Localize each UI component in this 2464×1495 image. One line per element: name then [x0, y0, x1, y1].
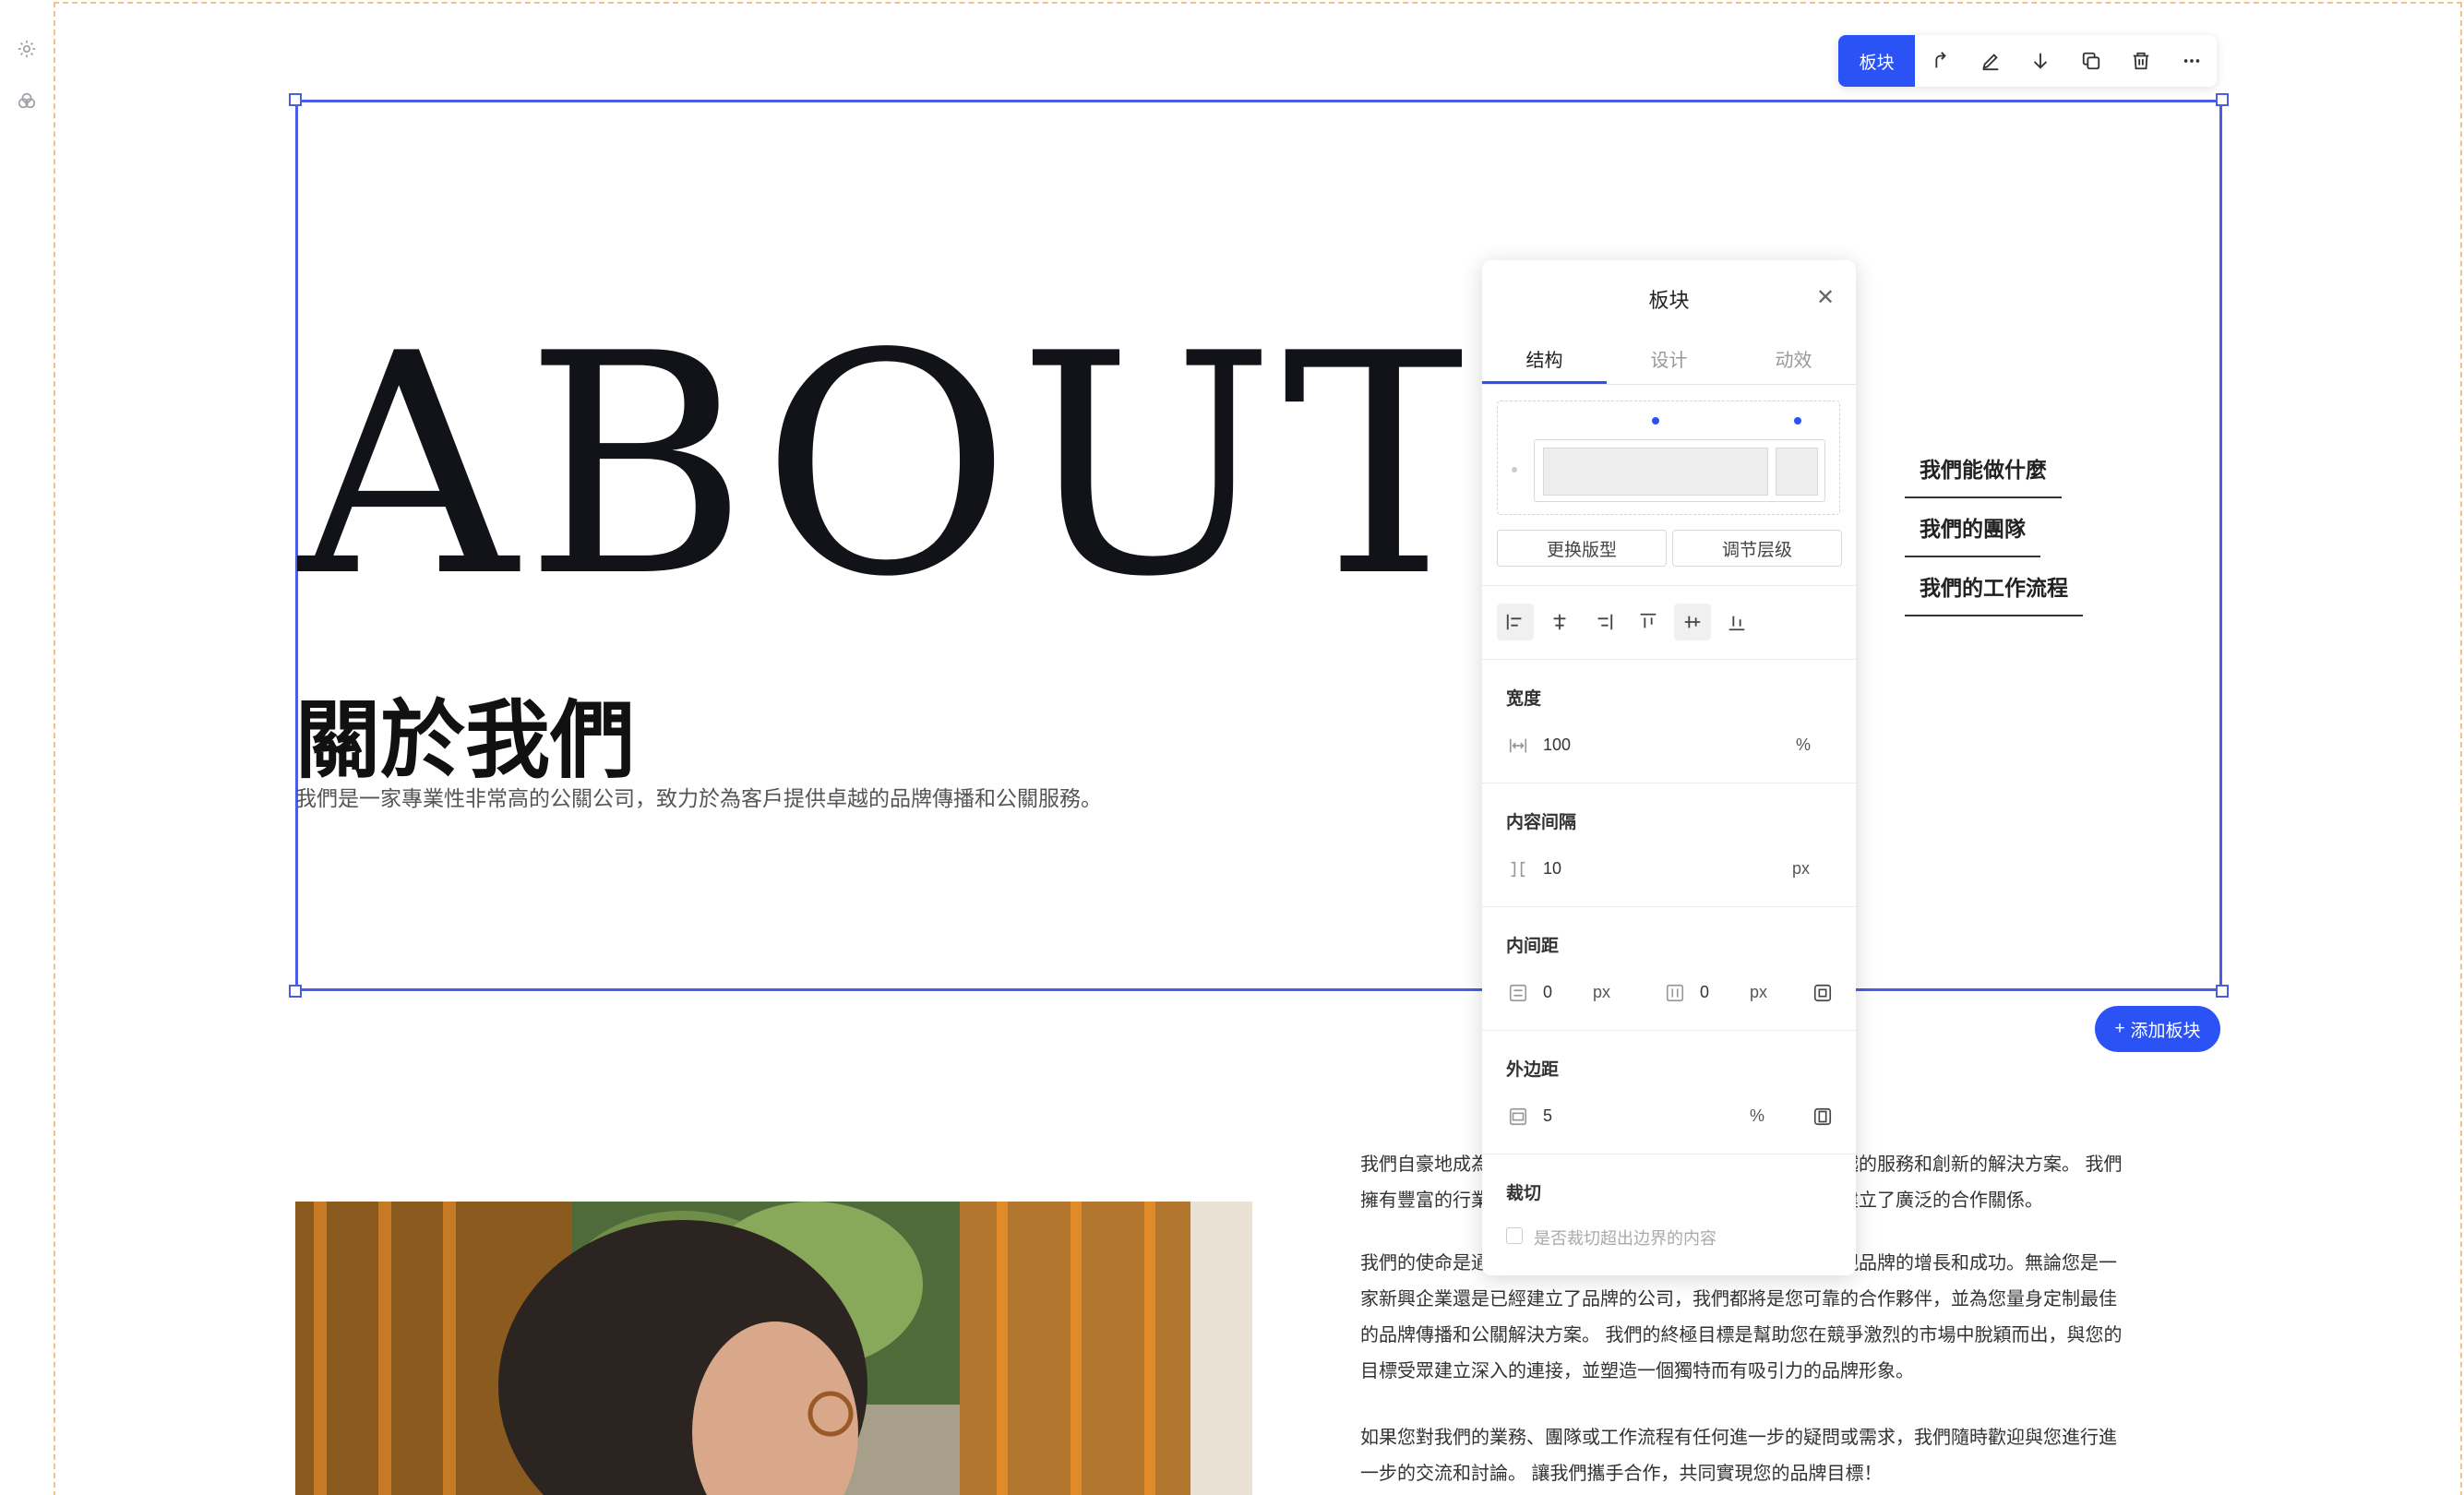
- add-block-button[interactable]: + 添加板块: [2095, 1006, 2220, 1052]
- more-icon: [2183, 59, 2200, 63]
- tab-animation[interactable]: 动效: [1731, 345, 1856, 372]
- copy-button[interactable]: [2066, 35, 2116, 87]
- gap-input[interactable]: 10: [1543, 859, 1561, 879]
- left-rail: [0, 0, 54, 1495]
- margin-link-icon[interactable]: [1812, 1106, 1833, 1127]
- padding-vertical-input[interactable]: 0: [1543, 983, 1552, 1002]
- edit-icon: [1982, 54, 1999, 71]
- move-down-icon: [2034, 53, 2048, 69]
- clip-checkbox-label[interactable]: 是否裁切超出边界的内容: [1534, 1226, 1716, 1250]
- move-up-button[interactable]: [1915, 35, 1965, 87]
- layout-dot: [1512, 467, 1517, 472]
- resize-handle-top-right[interactable]: [2216, 93, 2229, 106]
- tab-design[interactable]: 设计: [1607, 345, 1731, 372]
- hero-big-title[interactable]: ABOUT US: [297, 314, 1462, 618]
- tab-divider: [1482, 384, 1856, 385]
- divider: [1482, 1030, 1856, 1031]
- resize-handle-bottom-left[interactable]: [289, 985, 302, 998]
- width-label: 宽度: [1506, 689, 1542, 709]
- delete-button[interactable]: [2116, 35, 2166, 87]
- panel-title: 板块: [1648, 289, 1690, 312]
- align-bottom-button[interactable]: [1718, 604, 1755, 640]
- align-bottom-icon: [1728, 616, 1745, 631]
- add-block-label: 添加板块: [2130, 1021, 2201, 1041]
- nav-link-workflow[interactable]: 我們的工作流程: [1905, 570, 2083, 616]
- layout-column-side[interactable]: [1776, 448, 1818, 496]
- divider: [1482, 585, 1856, 586]
- plus-icon: +: [2114, 1019, 2125, 1038]
- block-type-button[interactable]: 板块: [1838, 35, 1916, 87]
- padding-vertical-icon: [1509, 984, 1527, 1002]
- copy-icon: [2082, 52, 2099, 70]
- resize-handle-top-left[interactable]: [289, 93, 302, 106]
- padding-horizontal-unit[interactable]: px: [1750, 983, 1767, 1002]
- gap-icon: [1511, 861, 1525, 878]
- divider: [1482, 659, 1856, 660]
- layers-icon[interactable]: [17, 90, 37, 111]
- gap-unit[interactable]: px: [1792, 859, 1810, 879]
- padding-horizontal-icon: [1666, 984, 1684, 1002]
- margin-input[interactable]: 5: [1543, 1106, 1552, 1126]
- layout-column-main[interactable]: [1543, 448, 1768, 496]
- hero-cn-title[interactable]: 關於我們: [295, 672, 635, 795]
- tab-structure[interactable]: 结构: [1482, 345, 1607, 372]
- align-right-icon: [1597, 614, 1613, 630]
- padding-label: 内间距: [1506, 937, 1560, 956]
- align-left-button[interactable]: [1497, 604, 1534, 640]
- align-top-icon: [1640, 613, 1657, 628]
- width-input[interactable]: 100: [1543, 736, 1571, 755]
- gap-label: 内容间隔: [1506, 813, 1577, 832]
- adjust-level-button[interactable]: 调节层级: [1672, 530, 1842, 567]
- delete-icon: [2134, 52, 2149, 70]
- change-layout-button[interactable]: 更换版型: [1497, 530, 1667, 567]
- divider: [1482, 906, 1856, 907]
- hero-cn-subtitle[interactable]: 我們是一家專業性非常高的公關公司，致力於為客戶提供卓越的品牌傳播和公關服務。: [295, 781, 1102, 812]
- block-settings-panel: 板块 ✕ 结构 设计 动效 更换版型 调节层级 宽度 100 % 内容间隔 10…: [1482, 260, 1856, 1275]
- move-down-button[interactable]: [2015, 35, 2065, 87]
- team-photo[interactable]: [295, 1202, 1252, 1495]
- layout-dot: [1794, 417, 1801, 425]
- block-toolbar: 板块: [1838, 35, 2217, 87]
- padding-link-icon[interactable]: [1812, 983, 1833, 1003]
- align-middle-icon: [1684, 616, 1701, 628]
- resize-handle-bottom-right[interactable]: [2216, 985, 2229, 998]
- align-left-icon: [1506, 614, 1522, 630]
- width-icon: [1509, 738, 1527, 753]
- move-up-icon: [1935, 52, 1947, 68]
- margin-label: 外边距: [1506, 1060, 1560, 1080]
- align-center-button[interactable]: [1541, 604, 1578, 640]
- settings-icon[interactable]: [17, 39, 37, 59]
- body-paragraph-3[interactable]: 如果您對我們的業務、團隊或工作流程有任何進一步的疑問或需求，我們隨時歡迎與您進行…: [1360, 1420, 2132, 1492]
- clip-checkbox[interactable]: [1506, 1227, 1523, 1244]
- align-right-button[interactable]: [1585, 604, 1622, 640]
- margin-unit[interactable]: %: [1750, 1106, 1764, 1126]
- more-button[interactable]: [2167, 35, 2217, 87]
- align-top-button[interactable]: [1630, 604, 1667, 640]
- padding-vertical-unit[interactable]: px: [1593, 983, 1610, 1002]
- close-icon[interactable]: ✕: [1816, 284, 1835, 311]
- photo-image: [295, 1202, 1252, 1495]
- align-middle-button[interactable]: [1674, 604, 1711, 640]
- clip-label: 裁切: [1506, 1184, 1542, 1203]
- padding-horizontal-input[interactable]: 0: [1700, 983, 1709, 1002]
- edit-button[interactable]: [1966, 35, 2015, 87]
- margin-icon: [1509, 1107, 1527, 1126]
- layout-dot: [1652, 417, 1659, 425]
- width-unit[interactable]: %: [1796, 736, 1811, 755]
- nav-link-what-we-do[interactable]: 我們能做什麼: [1905, 452, 2062, 498]
- nav-link-our-team[interactable]: 我們的團隊: [1905, 511, 2040, 557]
- align-center-icon: [1553, 614, 1566, 630]
